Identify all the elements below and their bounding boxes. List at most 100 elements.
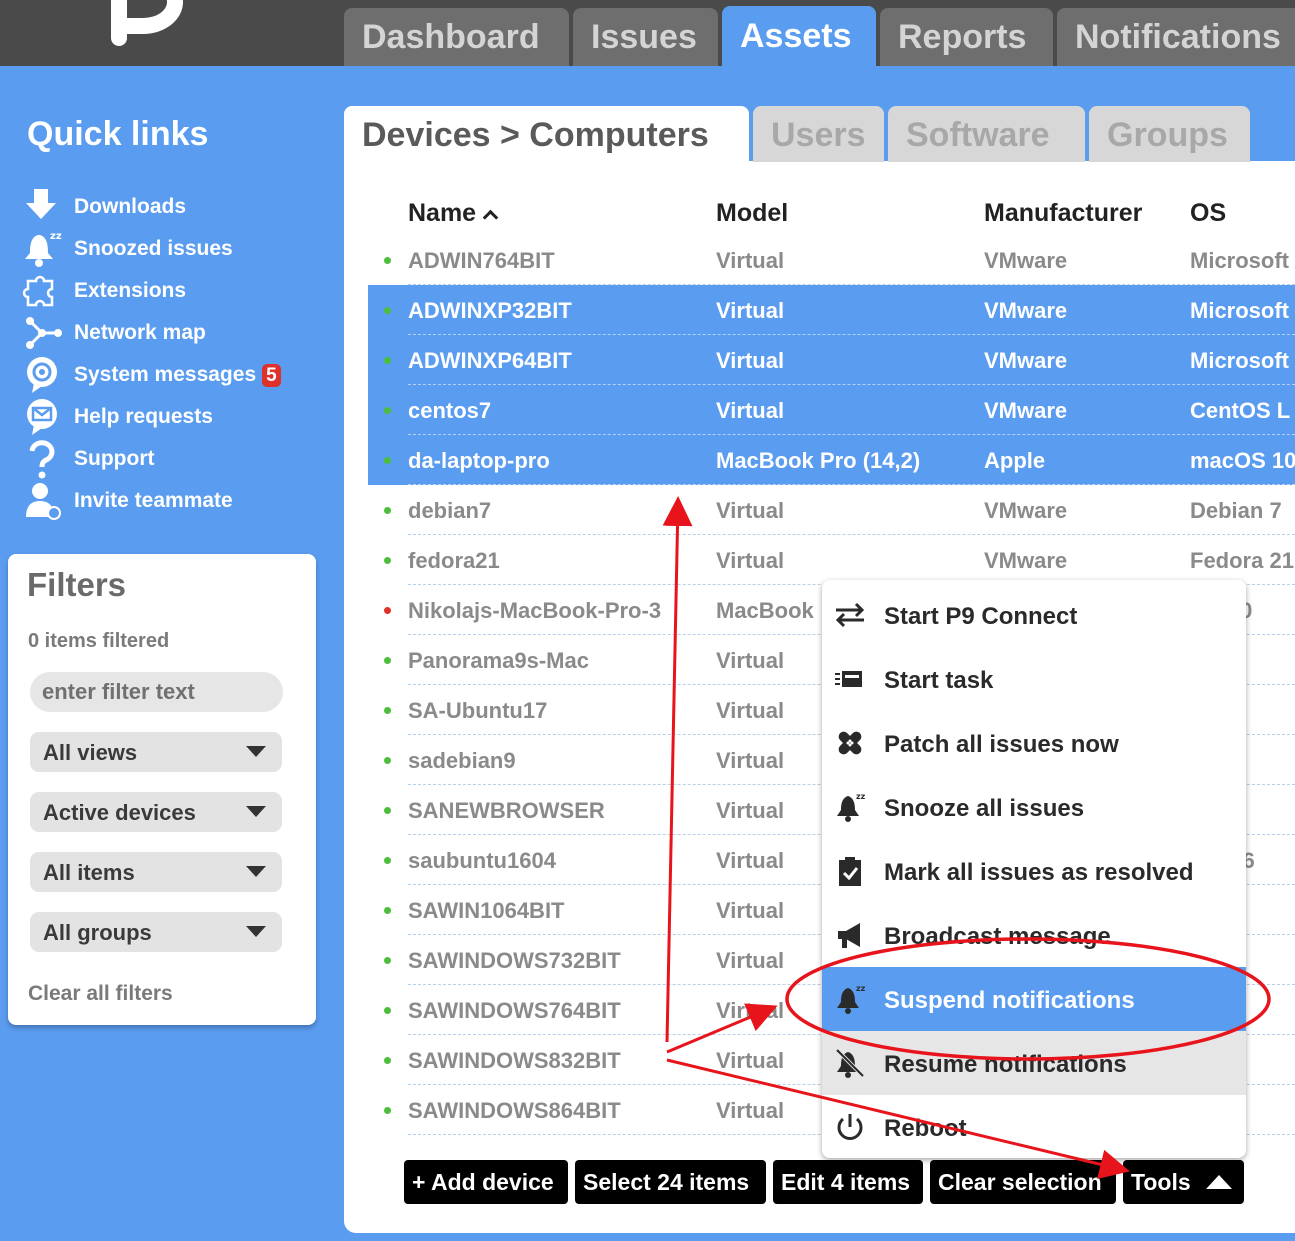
column-header-model[interactable]: Model	[716, 199, 788, 228]
svg-text:zz: zz	[856, 984, 866, 993]
filter-count-text: 0 items filtered	[28, 630, 170, 652]
menu-item-broadcast-message[interactable]: Broadcast message	[822, 903, 1246, 967]
quick-link-label: Help requests	[74, 405, 213, 428]
column-header-name[interactable]: Name	[408, 199, 499, 228]
model-cell: Virtual	[716, 348, 785, 373]
device-name-cell: SA-Ubuntu17	[408, 698, 548, 723]
table-row[interactable]: centos7 Virtual VMware CentOS L	[368, 385, 1295, 435]
tab-issues[interactable]: Issues	[573, 8, 718, 66]
download-icon	[26, 189, 56, 219]
column-header-os[interactable]: OS	[1190, 199, 1226, 228]
menu-item-label: Start task	[884, 667, 994, 694]
quick-link-help-requests[interactable]: Help requests	[22, 397, 322, 437]
quick-link-support[interactable]: Support	[22, 439, 322, 479]
table-row[interactable]: ADWINXP64BIT Virtual VMware Microsoft	[368, 335, 1295, 385]
menu-item-mark-all-issues-resolved[interactable]: Mark all issues as resolved	[822, 839, 1246, 903]
clear-all-filters-link[interactable]: Clear all filters	[28, 982, 173, 1006]
select-value: Active devices	[43, 800, 196, 825]
select-value: All groups	[43, 920, 152, 945]
logo	[111, 0, 183, 46]
filters-panel: Filters 0 items filtered All views Activ…	[8, 554, 316, 1025]
quick-link-downloads[interactable]: Downloads	[22, 187, 322, 227]
bell-off-icon	[835, 1048, 865, 1078]
menu-item-label: Reboot	[884, 1115, 967, 1142]
top-navigation-bar: Dashboard Issues Assets Reports Notifica…	[0, 0, 1295, 66]
add-device-button[interactable]: + Add device	[404, 1160, 568, 1204]
network-icon	[26, 317, 62, 349]
status-dot-icon	[384, 1007, 391, 1014]
menu-item-reboot[interactable]: Reboot	[822, 1095, 1246, 1158]
column-header-manufacturer[interactable]: Manufacturer	[984, 199, 1142, 228]
model-cell: Virtual	[716, 498, 785, 523]
menu-item-suspend-notifications[interactable]: zz Suspend notifications	[822, 967, 1246, 1031]
tab-reports[interactable]: Reports	[880, 8, 1053, 66]
select-all-button[interactable]: Select 24 items	[575, 1160, 766, 1204]
groups-select[interactable]: All groups	[30, 912, 282, 952]
quick-links-title: Quick links	[27, 115, 209, 153]
subtab-users[interactable]: Users	[753, 106, 884, 162]
quick-link-extensions[interactable]: Extensions	[22, 271, 322, 311]
status-dot-icon	[384, 1057, 391, 1064]
os-cell: Debian 7	[1190, 498, 1282, 523]
menu-item-label: Patch all issues now	[884, 731, 1119, 758]
menu-item-snooze-all-issues[interactable]: zz Snooze all issues	[822, 775, 1246, 839]
manufacturer-cell: VMware	[984, 398, 1068, 423]
items-select[interactable]: All items	[30, 852, 282, 892]
clear-selection-button[interactable]: Clear selection	[930, 1160, 1116, 1204]
device-name-cell: fedora21	[408, 548, 500, 573]
table-row[interactable]: debian7 Virtual VMware Debian 7	[368, 485, 1295, 535]
table-row[interactable]: ADWIN764BIT Virtual VMware Microsoft	[368, 235, 1295, 285]
menu-item-resume-notifications[interactable]: Resume notifications	[822, 1031, 1246, 1095]
device-status-select[interactable]: Active devices	[30, 792, 282, 832]
device-name-cell: ADWIN764BIT	[408, 248, 555, 273]
os-cell: CentOS L	[1190, 398, 1291, 423]
quick-link-label: System messages 5	[74, 363, 281, 387]
model-cell: Virtual	[716, 298, 785, 323]
quick-link-label: Downloads	[74, 195, 187, 218]
os-cell: Microsoft	[1190, 348, 1289, 373]
views-select[interactable]: All views	[30, 732, 282, 772]
device-name-cell: ADWINXP32BIT	[408, 298, 572, 323]
model-cell: Virtual	[716, 398, 785, 423]
snooze-bell-icon: zz	[837, 984, 866, 1014]
tab-assets[interactable]: Assets	[722, 6, 876, 66]
menu-item-label: Snooze all issues	[884, 795, 1085, 822]
os-cell: macOS 10	[1190, 448, 1295, 473]
manufacturer-cell: VMware	[984, 298, 1068, 323]
device-name-cell: debian7	[408, 498, 492, 523]
tab-notifications[interactable]: Notifications	[1057, 8, 1295, 66]
manufacturer-cell: VMware	[984, 548, 1068, 573]
status-dot-icon	[384, 457, 391, 464]
notification-count-badge: 5	[262, 364, 281, 387]
dropdown-arrow-icon	[246, 746, 266, 757]
dropdown-arrow-icon	[246, 806, 266, 817]
quick-link-system-messages[interactable]: System messages 5	[22, 355, 322, 395]
edit-items-button[interactable]: Edit 4 items	[773, 1160, 923, 1204]
status-dot-icon	[384, 507, 391, 514]
filter-text-input[interactable]	[30, 672, 283, 712]
tab-dashboard[interactable]: Dashboard	[344, 8, 569, 66]
power-icon	[837, 1114, 863, 1140]
table-row[interactable]: da-laptop-pro MacBook Pro (14,2) Apple macO…	[368, 435, 1295, 485]
menu-item-start-task[interactable]: Start task	[822, 647, 1246, 711]
svg-text:zz: zz	[856, 792, 866, 801]
table-row[interactable]: fedora21 Virtual VMware Fedora 21	[368, 535, 1295, 585]
quick-link-network-map[interactable]: Network map	[22, 313, 322, 353]
quick-link-invite-teammate[interactable]: Invite teammate	[22, 481, 322, 521]
caret-up-icon	[1206, 1175, 1232, 1189]
menu-item-label: Suspend notifications	[884, 987, 1135, 1014]
os-cell: Microsoft	[1190, 248, 1289, 273]
subtab-devices-computers[interactable]: Devices > Computers	[344, 106, 749, 162]
menu-item-patch-all-issues-now[interactable]: Patch all issues now	[822, 711, 1246, 775]
subtab-groups[interactable]: Groups	[1089, 106, 1250, 162]
quick-link-label: Invite teammate	[74, 489, 233, 512]
quick-link-label: Support	[74, 447, 155, 470]
table-row[interactable]: ADWINXP32BIT Virtual VMware Microsoft	[368, 285, 1295, 335]
tools-button[interactable]: Tools	[1123, 1160, 1244, 1204]
status-dot-icon	[384, 757, 391, 764]
status-dot-icon	[384, 257, 391, 264]
quick-link-snoozed-issues[interactable]: zz Snoozed issues	[22, 229, 322, 269]
subtab-software[interactable]: Software	[888, 106, 1085, 162]
snooze-bell-icon: zz	[25, 231, 62, 267]
menu-item-start-p9-connect[interactable]: Start P9 Connect	[822, 583, 1246, 647]
